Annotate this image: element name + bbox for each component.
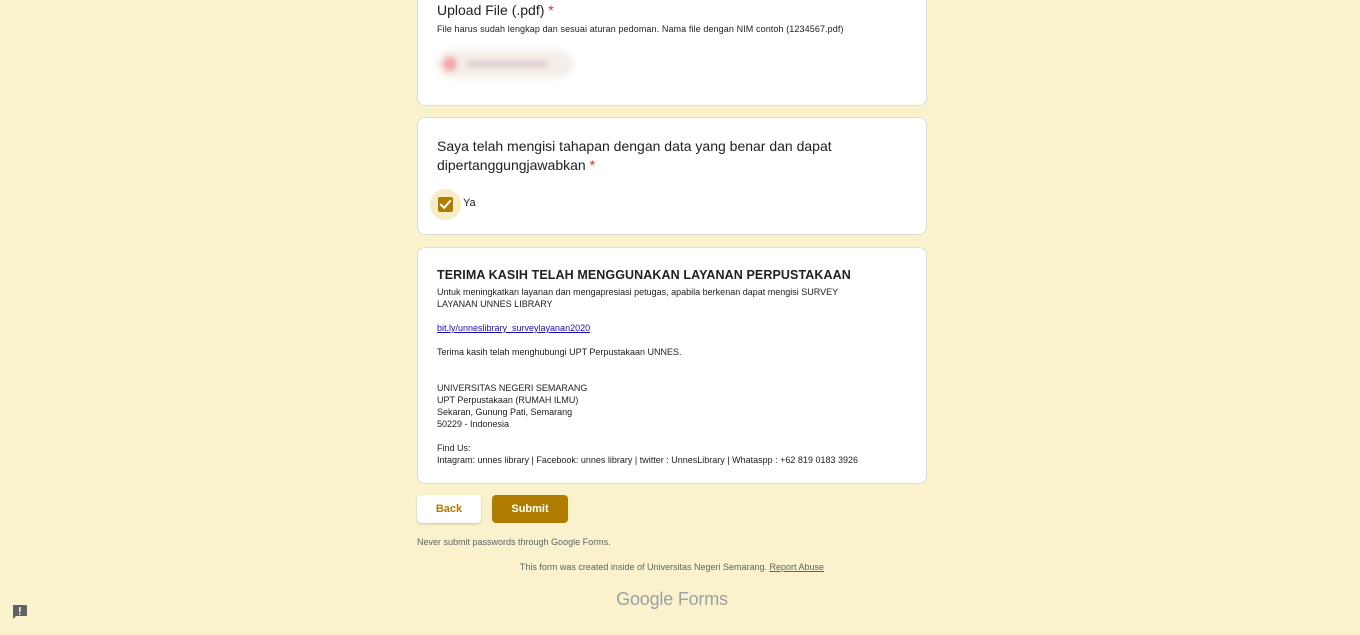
survey-link[interactable]: bit.ly/unneslibrary_surveylayanan2020: [437, 322, 907, 334]
ya-checkbox[interactable]: [438, 197, 453, 212]
info-title: TERIMA KASIH TELAH MENGGUNAKAN LAYANAN P…: [437, 268, 851, 282]
file-name-blurred: [467, 61, 547, 67]
pdf-file-icon: [443, 57, 457, 71]
created-notice: This form was created inside of Universi…: [417, 562, 927, 572]
address-line-4: 50229 - Indonesia: [437, 419, 510, 429]
upload-title-text: Upload File (.pdf): [437, 2, 545, 18]
find-us-label: Find Us:: [437, 443, 471, 453]
confirmation-title-line1: Saya telah mengisi tahapan dengan data y…: [437, 138, 832, 154]
report-abuse-link[interactable]: Report Abuse: [770, 562, 825, 572]
social-contacts: Intagram: unnes library | Facebook: unne…: [437, 455, 858, 465]
feedback-icon[interactable]: [11, 604, 28, 620]
confirmation-title-line2: dipertanggungjawabkan: [437, 157, 586, 173]
info-intro-line1: Untuk meningkatkan layanan dan mengapres…: [437, 287, 839, 297]
checkmark-icon: [439, 199, 452, 210]
submit-button[interactable]: Submit: [492, 495, 568, 523]
info-intro-line2: LAYANAN UNNES LIBRARY: [437, 299, 553, 309]
ya-checkbox-container[interactable]: [430, 189, 461, 220]
address-line-2: UPT Perpustakaan (RUMAH ILMU): [437, 395, 579, 405]
ya-option-label[interactable]: Ya: [463, 197, 476, 209]
info-thanks: Terima kasih telah menghubungi UPT Perpu…: [437, 347, 682, 357]
uploaded-file-chip[interactable]: [437, 50, 573, 78]
google-forms-logo[interactable]: Google Forms: [417, 589, 927, 610]
created-text: This form was created inside of Universi…: [519, 562, 768, 572]
forms-wordmark: Forms: [677, 589, 728, 609]
form-page: Upload File (.pdf) * File harus sudah le…: [0, 0, 1360, 635]
upload-question-card: Upload File (.pdf) * File harus sudah le…: [417, 0, 927, 106]
thank-you-info-card: TERIMA KASIH TELAH MENGGUNAKAN LAYANAN P…: [417, 247, 927, 484]
google-wordmark: Google: [616, 589, 674, 609]
required-asterisk: *: [589, 157, 596, 173]
confirmation-question-card: Saya telah mengisi tahapan dengan data y…: [417, 117, 927, 235]
info-body: Untuk meningkatkan layanan dan mengapres…: [437, 286, 907, 466]
address-line-3: Sekaran, Gunung Pati, Semarang: [437, 407, 573, 417]
back-button[interactable]: Back: [417, 495, 481, 523]
required-asterisk: *: [548, 2, 554, 18]
upload-help-text: File harus sudah lengkap dan sesuai atur…: [437, 24, 844, 34]
confirmation-question-title: Saya telah mengisi tahapan dengan data y…: [437, 137, 837, 175]
upload-question-title: Upload File (.pdf) *: [437, 1, 837, 20]
address-line-1: UNIVERSITAS NEGERI SEMARANG: [437, 383, 588, 393]
password-warning: Never submit passwords through Google Fo…: [417, 537, 611, 547]
